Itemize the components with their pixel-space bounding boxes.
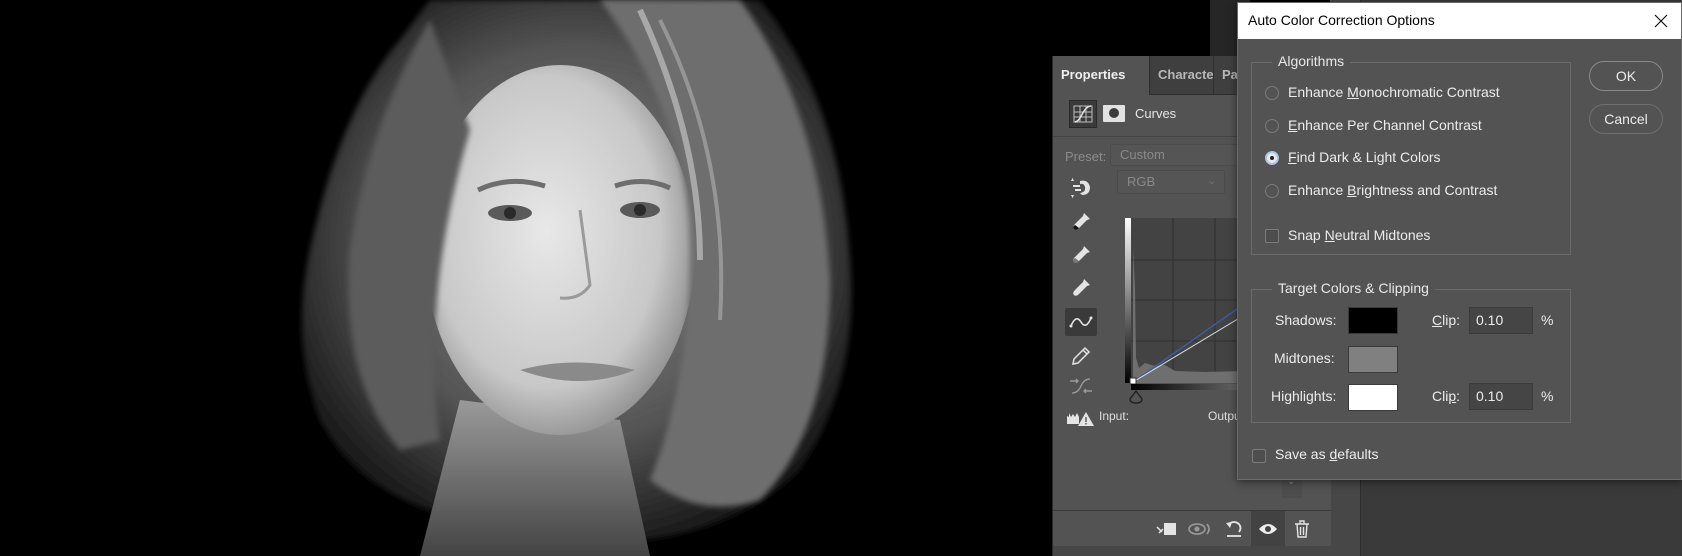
panel-resize-handle[interactable] (1053, 546, 1331, 556)
target-colors-title: Target Colors & Clipping (1272, 280, 1435, 296)
edit-points-curve-icon[interactable] (1065, 308, 1097, 336)
shadows-clip-label: Clip: (1432, 312, 1461, 328)
adjustment-name: Curves (1135, 106, 1177, 121)
channel-value: RGB (1127, 174, 1156, 189)
white-point-eyedropper-icon[interactable] (1065, 274, 1097, 302)
channel-select[interactable]: RGB ⌄ (1117, 170, 1225, 194)
checkbox[interactable] (1252, 449, 1266, 463)
clipping-warning-icon[interactable] (1065, 404, 1097, 432)
view-previous-state-icon[interactable] (1183, 511, 1217, 547)
gray-point-eyedropper-icon[interactable] (1065, 241, 1097, 269)
highlights-clip-unit: % (1541, 388, 1554, 404)
ok-button[interactable]: OK (1589, 61, 1663, 91)
dialog-title: Auto Color Correction Options (1248, 12, 1435, 28)
portrait-photo (0, 0, 1052, 556)
radio-button[interactable] (1265, 184, 1279, 198)
delete-icon[interactable] (1285, 511, 1319, 547)
tab-properties[interactable]: Properties (1053, 56, 1150, 95)
toggle-visibility-icon[interactable] (1251, 511, 1285, 547)
image-canvas[interactable] (0, 0, 1052, 556)
reset-icon[interactable] (1217, 511, 1251, 547)
cancel-button[interactable]: Cancel (1589, 104, 1663, 134)
black-point-eyedropper-icon[interactable] (1065, 208, 1097, 236)
close-icon (1654, 14, 1668, 28)
curve-point[interactable] (1129, 377, 1137, 385)
on-image-adjust-icon[interactable] (1065, 174, 1097, 202)
algorithms-title: Algorithms (1272, 53, 1351, 69)
highlights-clip-input[interactable]: 0.10 (1469, 383, 1533, 410)
tab-character[interactable]: Characte (1150, 56, 1214, 94)
preset-label: Preset: (1065, 149, 1107, 164)
shadows-clip-unit: % (1541, 312, 1554, 328)
pencil-draw-icon[interactable] (1065, 342, 1097, 370)
smooth-curve-icon[interactable] (1065, 372, 1097, 400)
checkbox-label: Snap Neutral Midtones (1288, 227, 1431, 243)
radio-button[interactable] (1265, 119, 1279, 133)
output-gradient-bar (1125, 218, 1131, 383)
close-button[interactable] (1647, 7, 1675, 35)
highlights-label: Highlights: (1271, 388, 1337, 404)
shadows-label: Shadows: (1275, 312, 1337, 328)
option-label: Enhance Brightness and Contrast (1288, 182, 1498, 198)
checkbox[interactable] (1265, 229, 1279, 243)
clip-to-layer-icon[interactable] (1149, 511, 1183, 547)
radio-button-selected[interactable] (1265, 151, 1279, 165)
option-label: Find Dark & Light Colors (1288, 149, 1441, 165)
radio-button[interactable] (1265, 86, 1279, 100)
option-label: Enhance Per Channel Contrast (1288, 117, 1482, 133)
dialog-titlebar[interactable]: Auto Color Correction Options (1238, 3, 1681, 39)
output-label: Outpu (1208, 409, 1241, 423)
black-point-slider-icon[interactable] (1128, 390, 1144, 404)
midtones-label: Midtones: (1274, 350, 1335, 366)
auto-color-correction-dialog: Auto Color Correction Options Algorithms… (1237, 2, 1682, 480)
shadows-color-swatch[interactable] (1348, 307, 1398, 334)
highlights-clip-label: Clip: (1432, 388, 1461, 404)
option-label: Enhance Monochromatic Contrast (1288, 84, 1500, 100)
midtones-color-swatch[interactable] (1348, 346, 1398, 373)
properties-bottom-bar (1053, 510, 1331, 547)
highlights-color-swatch[interactable] (1348, 384, 1398, 411)
curves-adjustment-icon[interactable] (1069, 100, 1097, 128)
input-label: Input: (1099, 409, 1130, 423)
layer-mask-icon[interactable] (1103, 105, 1125, 122)
chevron-down-icon: ⌄ (1207, 176, 1216, 187)
checkbox-label: Save as defaults (1275, 446, 1379, 462)
shadows-clip-input[interactable]: 0.10 (1469, 307, 1533, 334)
